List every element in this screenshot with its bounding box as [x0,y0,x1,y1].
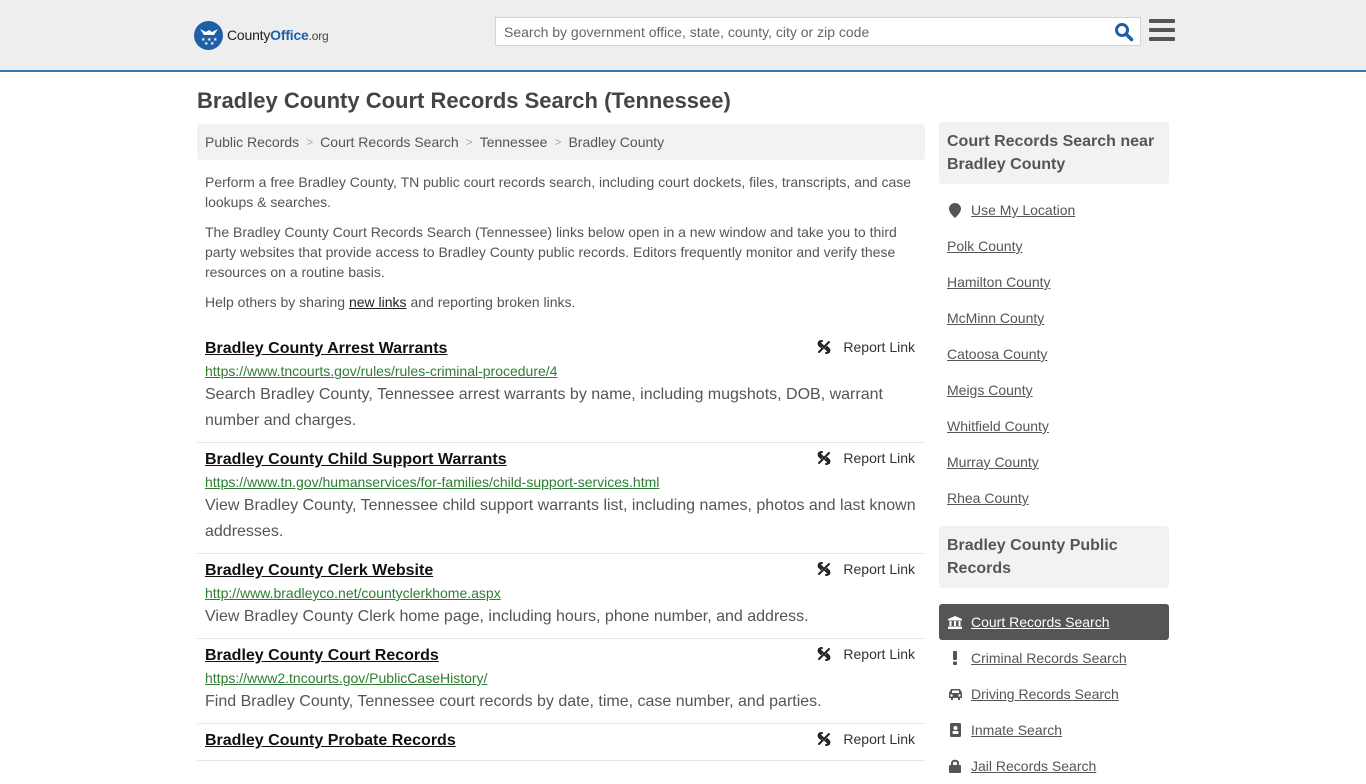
breadcrumb-court-records-search[interactable]: Court Records Search [320,134,459,150]
breadcrumb-separator: > [554,135,562,149]
broken-link-icon [818,562,831,576]
result-title-link[interactable]: Bradley County Clerk Website [205,560,433,582]
nearby-list: Use My Location Polk County Hamilton Cou… [939,184,1169,516]
breadcrumb-tennessee[interactable]: Tennessee [480,134,548,150]
new-links-link[interactable]: new links [349,294,407,310]
site-logo[interactable]: ★ ★ ★ ★ ★ CountyOffice.org [194,20,329,50]
broken-link-icon [818,340,831,354]
result-description: Search Bradley County, Tennessee arrest … [205,386,883,429]
page-title: Bradley County Court Records Search (Ten… [197,88,731,113]
nav-court-records-search[interactable]: Court Records Search [939,604,1169,640]
result-url[interactable]: http://www.bradleyco.net/countyclerkhome… [205,582,917,604]
breadcrumb-separator: > [465,135,473,149]
exclamation-icon [947,651,963,665]
breadcrumb-bradley-county[interactable]: Bradley County [568,134,664,150]
result-item: Bradley County Child Support Warrants Re… [197,443,925,554]
report-link-button[interactable]: Report Link [816,450,915,466]
result-description: View Bradley County Clerk home page, inc… [205,608,809,625]
nav-driving-records-search[interactable]: Driving Records Search [939,676,1169,712]
courthouse-icon [947,615,963,629]
breadcrumb-separator: > [306,135,314,149]
result-title-link[interactable]: Bradley County Arrest Warrants [205,338,447,360]
svg-text:★: ★ [210,41,215,45]
result-description: Find Bradley County, Tennessee court rec… [205,693,822,710]
nearby-county-link[interactable]: Catoosa County [939,336,1169,372]
nav-inmate-search[interactable]: Inmate Search [939,712,1169,748]
eagle-seal-icon: ★ ★ ★ ★ ★ [194,20,223,50]
intro-paragraph-1: Perform a free Bradley County, TN public… [205,174,912,210]
result-item: Bradley County Probate Records Report Li… [197,724,925,761]
nearby-county-link[interactable]: Whitfield County [939,408,1169,444]
intro-paragraph-3: Help others by sharing new links and rep… [205,294,576,310]
hamburger-menu-icon[interactable] [1149,19,1175,41]
public-records-nav: Court Records Search Criminal Records Se… [939,604,1169,784]
breadcrumb-public-records[interactable]: Public Records [205,134,299,150]
result-url[interactable]: https://www.tncourts.gov/rules/rules-cri… [205,360,917,382]
nearby-county-link[interactable]: Polk County [939,228,1169,264]
report-link-button[interactable]: Report Link [816,646,915,662]
nearby-county-link[interactable]: Murray County [939,444,1169,480]
results-list: Bradley County Arrest Warrants Report Li… [197,332,925,761]
report-link-button[interactable]: Report Link [816,339,915,355]
result-url[interactable]: https://www.tn.gov/humanservices/for-fam… [205,471,917,493]
search-box [495,17,1141,46]
nearby-heading: Court Records Search near Bradley County [939,122,1169,184]
result-title-link[interactable]: Bradley County Child Support Warrants [205,449,507,471]
logo-text: CountyOffice.org [227,27,329,43]
nav-criminal-records-search[interactable]: Criminal Records Search [939,640,1169,676]
result-title-link[interactable]: Bradley County Probate Records [205,730,456,752]
car-icon [947,688,963,700]
result-item: Bradley County Clerk Website Report Link… [197,554,925,639]
search-icon[interactable] [1114,22,1134,42]
nearby-county-link[interactable]: Meigs County [939,372,1169,408]
nearby-county-link[interactable]: Hamilton County [939,264,1169,300]
map-marker-icon [947,202,963,218]
use-my-location[interactable]: Use My Location [939,192,1169,228]
nearby-county-link[interactable]: Rhea County [939,480,1169,516]
search-input[interactable] [496,18,1096,45]
top-header: ★ ★ ★ ★ ★ CountyOffice.org [0,0,1366,72]
result-title-link[interactable]: Bradley County Court Records [205,645,439,667]
result-url[interactable]: https://www2.tncourts.gov/PublicCaseHist… [205,667,917,689]
broken-link-icon [818,647,831,661]
result-item: Bradley County Arrest Warrants Report Li… [197,332,925,443]
result-item: Bradley County Court Records Report Link… [197,639,925,724]
intro-text: Perform a free Bradley County, TN public… [197,172,925,312]
public-records-heading: Bradley County Public Records [939,526,1169,588]
svg-text:★: ★ [204,41,209,45]
report-link-button[interactable]: Report Link [816,561,915,577]
nav-jail-records-search[interactable]: Jail Records Search [939,748,1169,784]
public-records-section: Bradley County Public Records Court Reco… [939,526,1169,784]
result-description: View Bradley County, Tennessee child sup… [205,497,916,540]
main-content: Public Records > Court Records Search > … [197,124,925,761]
intro-paragraph-2: The Bradley County Court Records Search … [205,224,897,280]
broken-link-icon [818,451,831,465]
broken-link-icon [818,732,831,746]
report-link-button[interactable]: Report Link [816,731,915,747]
nearby-county-link[interactable]: McMinn County [939,300,1169,336]
id-badge-icon [947,723,963,737]
lock-icon [947,759,963,773]
breadcrumb: Public Records > Court Records Search > … [197,124,925,160]
sidebar: Court Records Search near Bradley County… [939,122,1169,784]
